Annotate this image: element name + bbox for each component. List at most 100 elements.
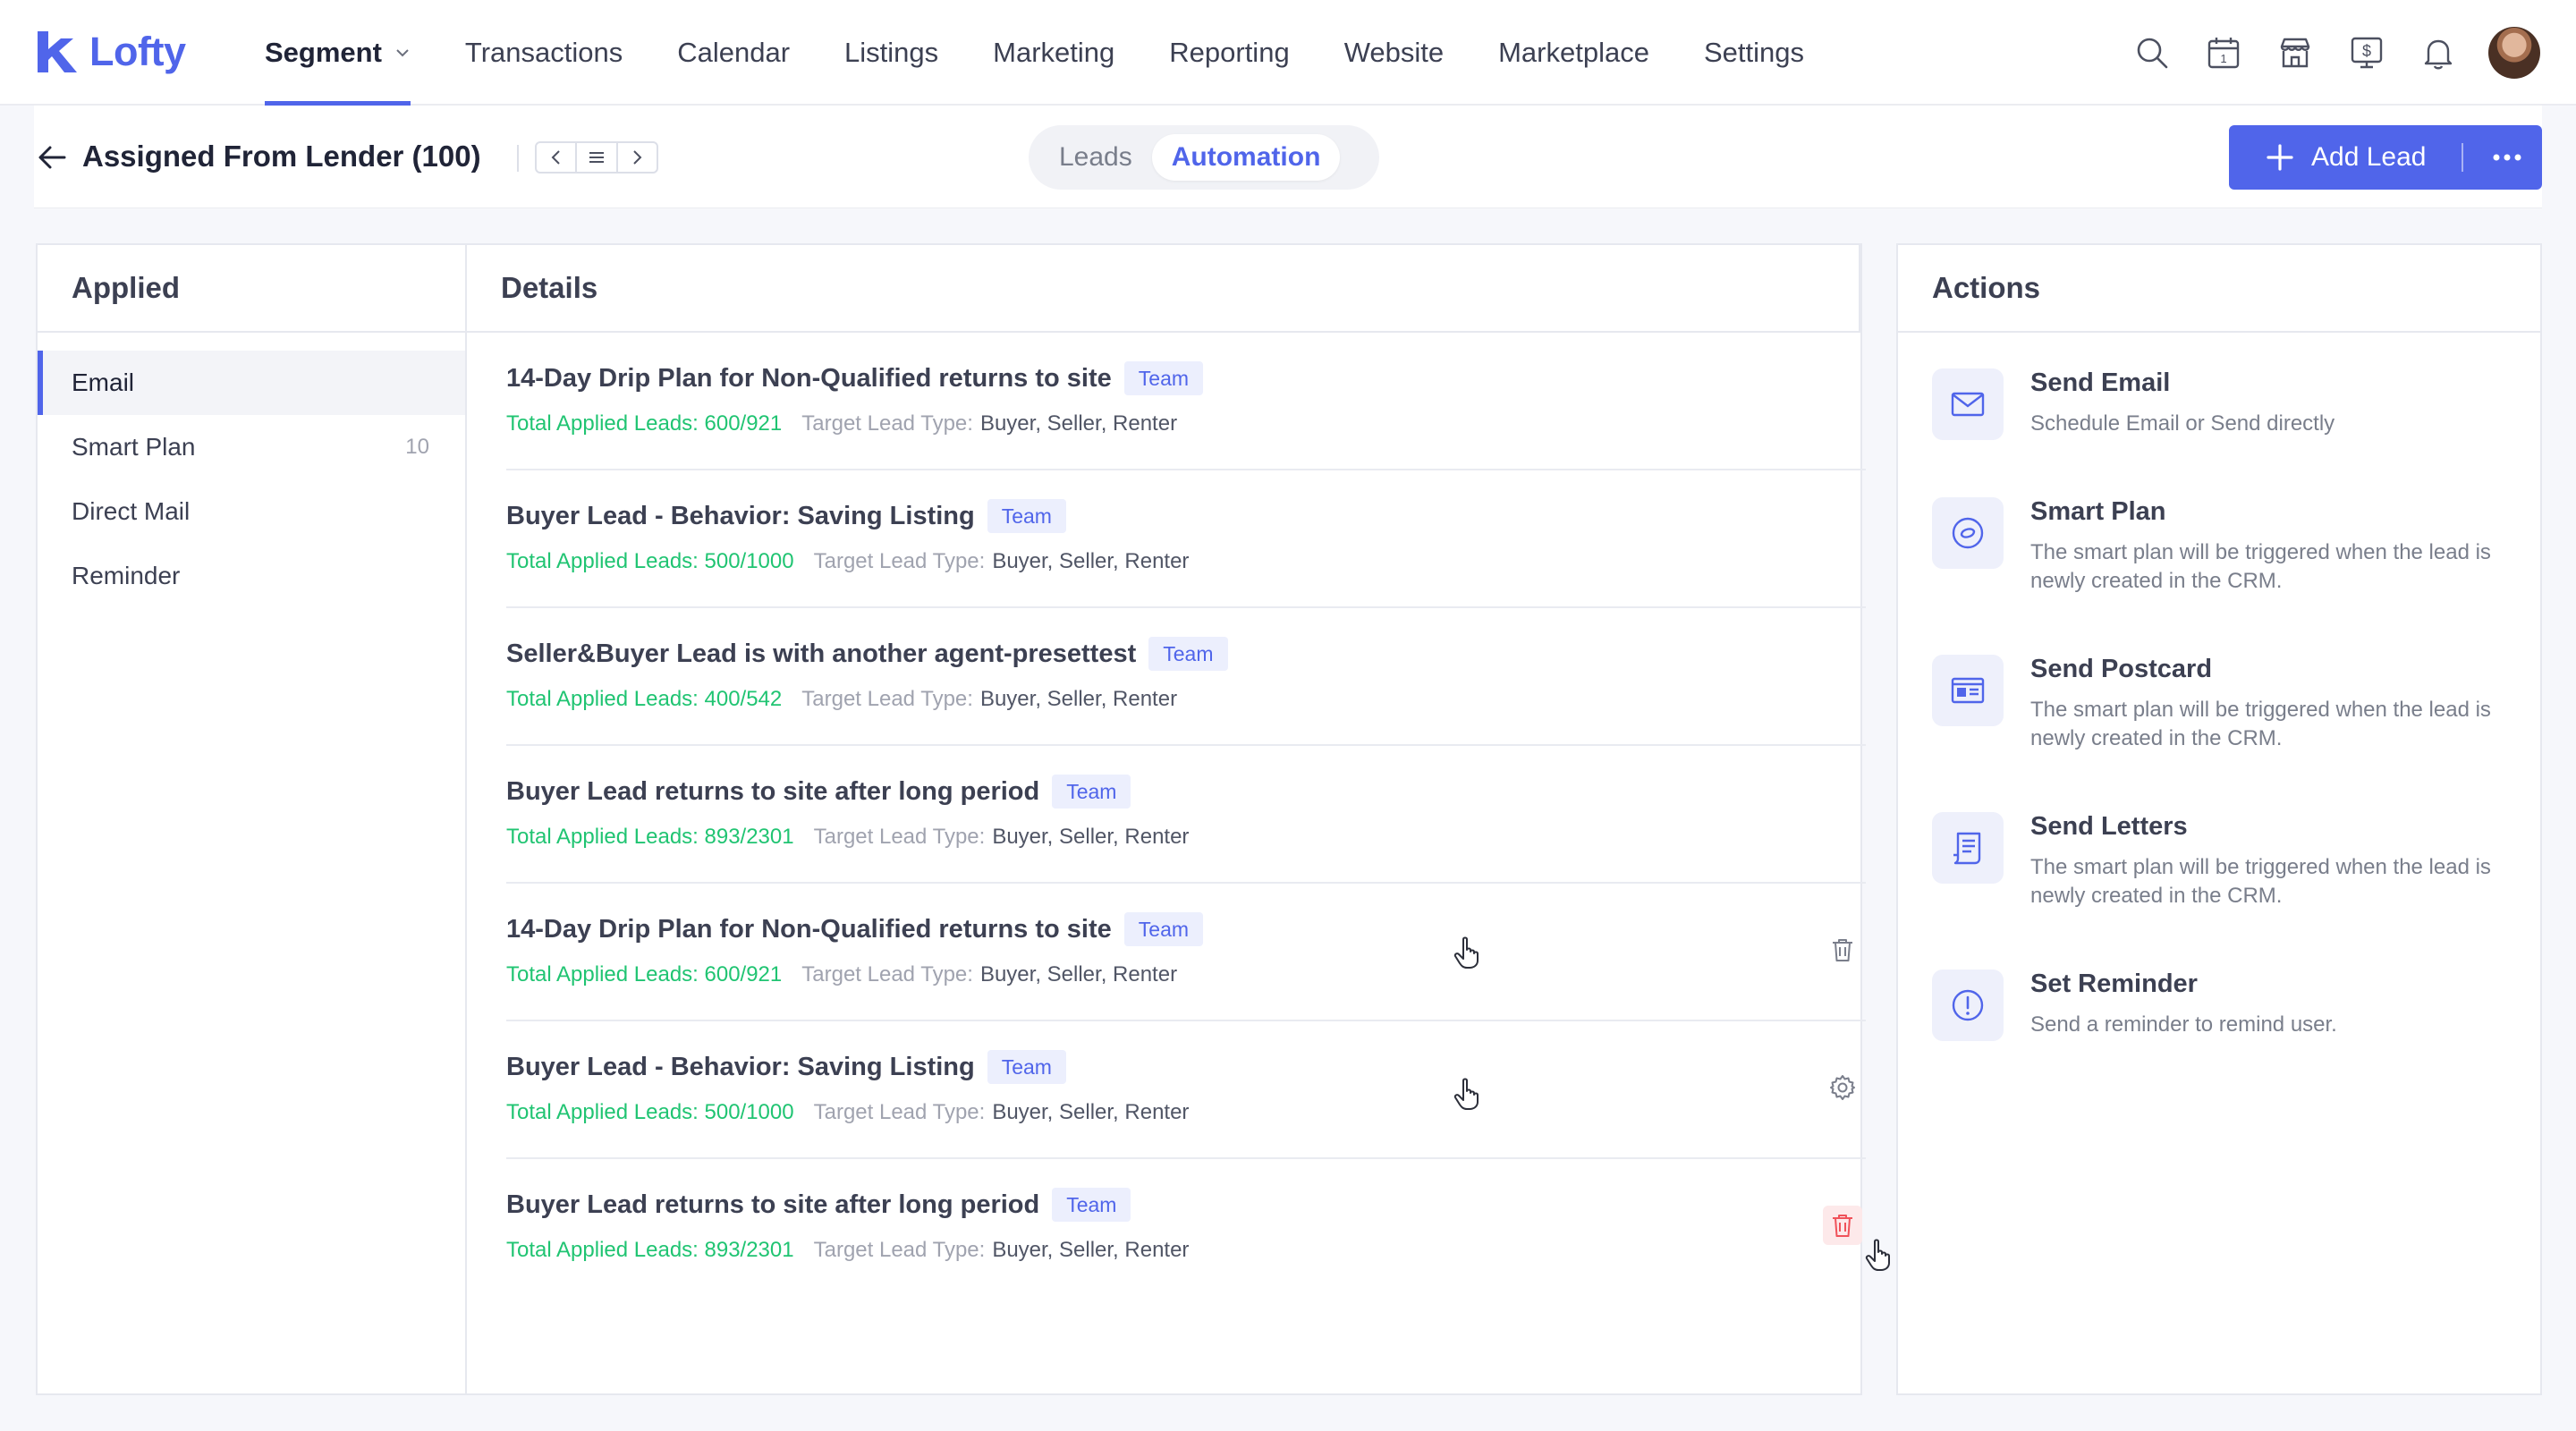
next-button[interactable] — [618, 143, 657, 172]
row-target-label: Target Lead Type: — [801, 411, 973, 436]
add-lead-label: Add Lead — [2311, 142, 2427, 172]
action-description: The smart plan will be triggered when th… — [2030, 540, 2491, 593]
reminder-icon — [1952, 989, 1984, 1021]
nav-item-segment[interactable]: Segment — [265, 0, 411, 106]
row-applied-count: Total Applied Leads: 500/1000 — [506, 1100, 794, 1124]
nav-item-label: Settings — [1703, 37, 1804, 68]
action-send-email[interactable]: Send Email Schedule Email or Send direct… — [1932, 368, 2513, 449]
detail-row[interactable]: Buyer Lead returns to site after long pe… — [506, 746, 1866, 884]
nav-item-calendar[interactable]: Calendar — [677, 0, 790, 106]
action-description: Send a reminder to remind user. — [2030, 1012, 2337, 1037]
back-arrow-icon[interactable] — [34, 140, 70, 175]
row-applied-count: Total Applied Leads: 893/2301 — [506, 1238, 794, 1262]
action-smart-plan[interactable]: Smart Plan The smart plan will be trigge… — [1932, 497, 2513, 605]
more-horizontal-icon — [2493, 154, 2521, 161]
nav-item-reporting[interactable]: Reporting — [1169, 0, 1289, 106]
applied-item-label: Direct Mail — [72, 497, 191, 525]
detail-row[interactable]: Buyer Lead returns to site after long pe… — [506, 1159, 1890, 1297]
row-target-label: Target Lead Type: — [813, 1100, 986, 1124]
action-description: The smart plan will be triggered when th… — [2030, 855, 2491, 908]
action-icon-wrap — [1932, 368, 2004, 440]
team-tag: Team — [987, 1050, 1066, 1084]
row-applied-count: Total Applied Leads: 500/1000 — [506, 549, 794, 573]
applied-list: Email Smart Plan 10 Direct Mail Reminder — [38, 333, 465, 608]
row-title: Buyer Lead - Behavior: Saving Listing — [506, 1052, 975, 1081]
action-title: Smart Plan — [2030, 497, 2166, 526]
applied-item-label: Email — [72, 368, 135, 396]
top-icon-bar: 1 $ — [2102, 0, 2540, 106]
calendar-button[interactable]: 1 — [2202, 31, 2245, 74]
applied-column: Applied Email Smart Plan 10 Direct Mail … — [38, 245, 467, 1393]
action-send-letters[interactable]: Send Letters The smart plan will be trig… — [1932, 812, 2513, 919]
nav-item-marketing[interactable]: Marketing — [993, 0, 1114, 106]
row-target-label: Target Lead Type: — [801, 687, 973, 711]
marketplace-button[interactable] — [2274, 31, 2317, 74]
row-applied-count: Total Applied Leads: 600/921 — [506, 411, 783, 436]
applied-item-direct-mail[interactable]: Direct Mail — [38, 479, 465, 544]
action-icon-wrap — [1932, 497, 2004, 569]
dollar-icon: $ — [2351, 37, 2383, 69]
applied-item-smart-plan[interactable]: Smart Plan 10 — [38, 415, 465, 479]
view-toggle: Leads Automation — [1029, 125, 1379, 190]
applied-item-reminder[interactable]: Reminder — [38, 544, 465, 608]
page-subheader: Assigned From Lender (100) Leads Automat… — [34, 106, 2542, 207]
detail-row[interactable]: 14-Day Drip Plan for Non-Qualified retur… — [506, 333, 1866, 470]
action-icon-wrap — [1932, 655, 2004, 726]
team-tag: Team — [1052, 1188, 1131, 1222]
notifications-button[interactable] — [2417, 31, 2460, 74]
nav-item-label: Listings — [844, 37, 939, 68]
brand-name: Lofty — [89, 29, 186, 74]
nav-item-label: Reporting — [1169, 37, 1290, 68]
billing-button[interactable]: $ — [2345, 31, 2388, 74]
nav-item-transactions[interactable]: Transactions — [465, 0, 623, 106]
row-target-label: Target Lead Type: — [813, 825, 986, 849]
brand-logo[interactable]: Lofty — [34, 27, 186, 77]
nav-item-website[interactable]: Website — [1344, 0, 1444, 106]
avatar[interactable] — [2488, 27, 2540, 79]
lofty-logo-icon — [38, 31, 77, 72]
store-icon — [2280, 38, 2310, 68]
more-options-button[interactable] — [2472, 125, 2542, 190]
row-target-label: Target Lead Type: — [813, 549, 986, 573]
row-title: 14-Day Drip Plan for Non-Qualified retur… — [506, 363, 1112, 393]
detail-row[interactable]: 14-Day Drip Plan for Non-Qualified retur… — [506, 884, 1866, 1021]
nav-item-label: Marketplace — [1498, 37, 1649, 68]
page-title: Assigned From Lender (100) — [82, 140, 481, 173]
main-nav: Segment Transactions Calendar Listings M… — [265, 0, 1859, 106]
top-navigation: Lofty Segment Transactions Calendar List… — [0, 0, 2576, 106]
nav-item-label: Segment — [265, 37, 382, 68]
action-title: Send Postcard — [2030, 655, 2213, 683]
previous-button[interactable] — [537, 143, 578, 172]
nav-item-settings[interactable]: Settings — [1704, 0, 1804, 106]
team-tag: Team — [1123, 361, 1204, 395]
nav-item-listings[interactable]: Listings — [844, 0, 938, 106]
delete-button[interactable] — [1823, 930, 1862, 970]
trash-icon — [1833, 939, 1852, 961]
action-title: Set Reminder — [2030, 970, 2198, 998]
delete-button[interactable] — [1823, 1206, 1862, 1245]
settings-button[interactable] — [1823, 1068, 1862, 1107]
add-lead-button[interactable]: Add Lead — [2229, 125, 2542, 190]
chevron-right-icon — [633, 150, 642, 165]
nav-item-marketplace[interactable]: Marketplace — [1498, 0, 1649, 106]
hand-cursor-icon — [1453, 936, 1479, 969]
hand-cursor-icon — [1865, 1239, 1890, 1271]
postcard-icon — [1951, 677, 1985, 704]
action-set-reminder[interactable]: Set Reminder Send a reminder to remind u… — [1932, 970, 2513, 1050]
detail-row[interactable]: Buyer Lead - Behavior: Saving Listing Tea… — [506, 470, 1866, 608]
row-target-types: Buyer, Seller, Renter — [992, 825, 1190, 849]
tab-leads[interactable]: Leads — [1039, 134, 1152, 181]
row-target-types: Buyer, Seller, Renter — [992, 549, 1190, 573]
detail-row[interactable]: Seller&Buyer Lead is with another agent-… — [506, 608, 1866, 746]
svg-text:$: $ — [2362, 42, 2371, 60]
search-button[interactable] — [2131, 31, 2174, 74]
tab-automation[interactable]: Automation — [1151, 134, 1341, 181]
list-button[interactable] — [577, 143, 618, 172]
applied-item-email[interactable]: Email — [38, 351, 465, 415]
detail-row[interactable]: Buyer Lead - Behavior: Saving Listing Tea… — [506, 1021, 1866, 1159]
applied-heading: Applied — [38, 245, 465, 333]
hand-cursor-icon — [1453, 1078, 1479, 1110]
action-icon-wrap — [1932, 812, 2004, 884]
action-send-postcard[interactable]: Send Postcard The smart plan will be tri… — [1932, 655, 2513, 762]
team-tag: Team — [987, 499, 1066, 533]
